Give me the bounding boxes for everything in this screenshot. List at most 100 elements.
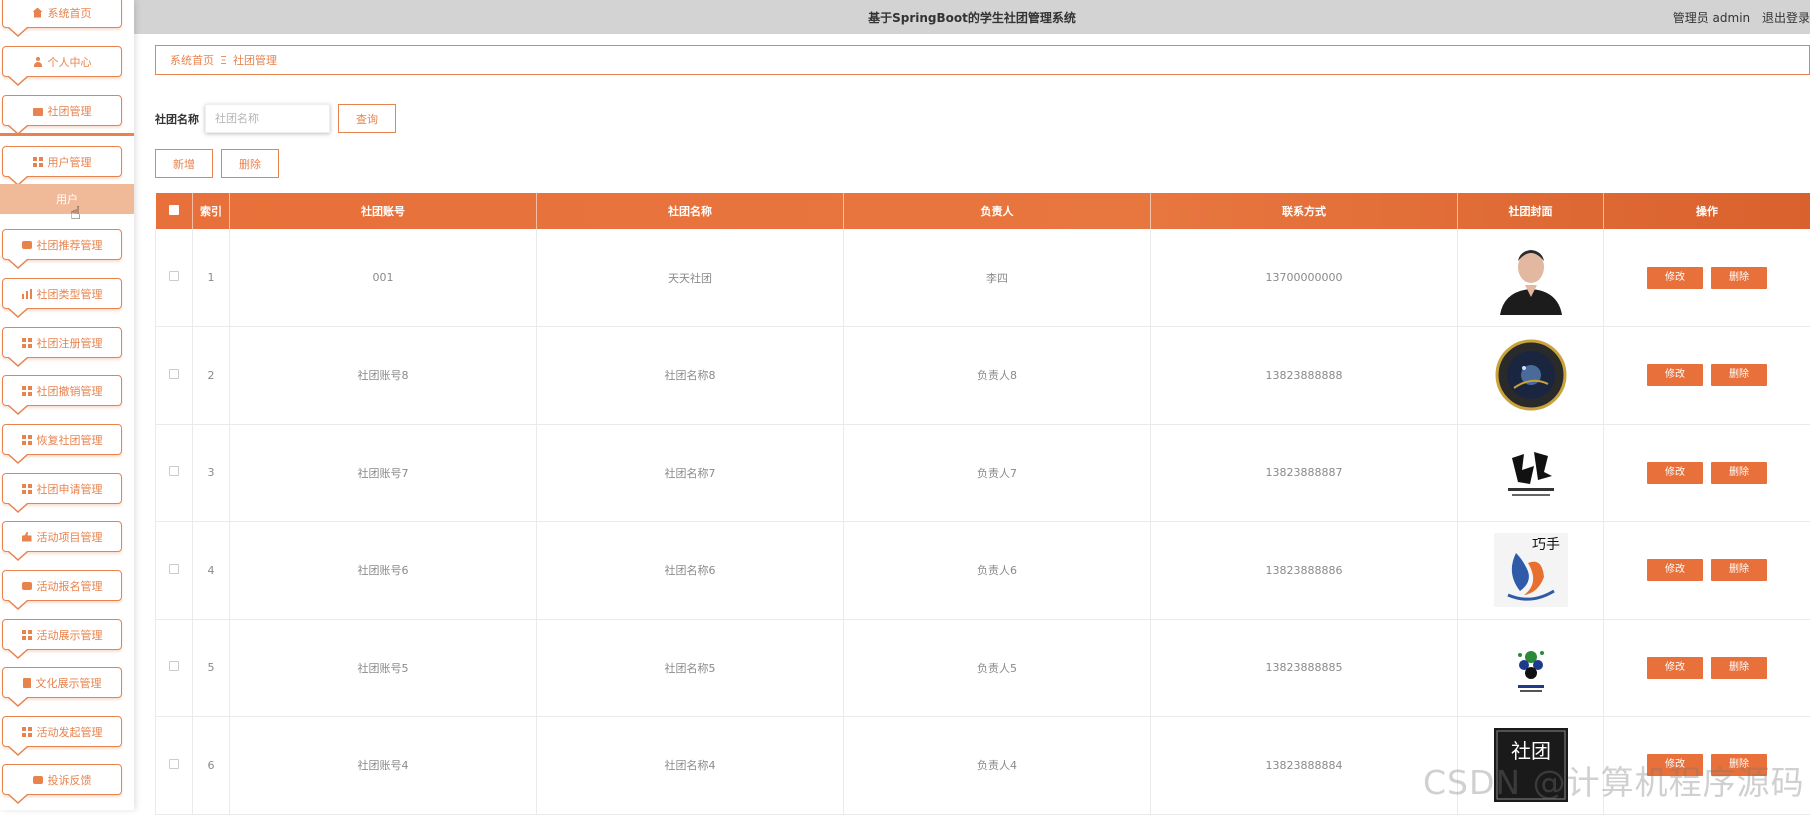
logout-link[interactable]: 退出登录 bbox=[1762, 11, 1810, 25]
name-cell: 社团名称8 bbox=[537, 327, 844, 425]
search-row: 社团名称 查询 bbox=[155, 104, 396, 133]
account-cell: 001 bbox=[230, 229, 537, 327]
edit-button[interactable]: 修改 bbox=[1647, 657, 1703, 679]
club-table: 索引 社团账号 社团名称 负责人 联系方式 社团封面 操作 1 001 天天社团… bbox=[155, 193, 1810, 815]
sidebar-item-restore[interactable]: 恢复社团管理 bbox=[2, 424, 122, 455]
grid-icon bbox=[33, 157, 43, 167]
sidebar-subitem-user[interactable]: 用户 bbox=[0, 184, 134, 214]
index-cell: 6 bbox=[193, 717, 230, 815]
row-checkbox[interactable] bbox=[169, 369, 179, 379]
breadcrumb-separator: Ξ bbox=[220, 54, 227, 67]
breadcrumb: 系统首页 Ξ 社团管理 bbox=[155, 45, 1810, 75]
sidebar-item-culture-showcase[interactable]: 文化展示管理 bbox=[2, 667, 122, 698]
grid-icon bbox=[22, 338, 32, 348]
sidebar-item-label: 活动项目管理 bbox=[37, 529, 103, 545]
edit-button[interactable]: 修改 bbox=[1647, 364, 1703, 386]
delete-button[interactable]: 删除 bbox=[1711, 462, 1767, 484]
sidebar-item-activity-showcase[interactable]: 活动展示管理 bbox=[2, 619, 122, 650]
sidebar-item-label: 活动展示管理 bbox=[37, 627, 103, 643]
select-all-checkbox[interactable] bbox=[169, 205, 179, 215]
select-all-header bbox=[156, 193, 193, 229]
delete-button[interactable]: 删除 bbox=[1711, 267, 1767, 289]
column-header: 联系方式 bbox=[1151, 193, 1458, 229]
phone-cell: 13823888887 bbox=[1151, 424, 1458, 522]
admin-label: 管理员 admin bbox=[1673, 11, 1750, 25]
sidebar-item-label: 社团推荐管理 bbox=[37, 237, 103, 253]
sidebar-item-revocation[interactable]: 社团撤销管理 bbox=[2, 375, 122, 406]
sidebar-item-label: 文化展示管理 bbox=[36, 675, 102, 691]
account-cell: 社团账号5 bbox=[230, 619, 537, 717]
name-cell: 社团名称4 bbox=[537, 717, 844, 815]
name-cell: 社团名称6 bbox=[537, 522, 844, 620]
leader-cell: 负责人8 bbox=[844, 327, 1151, 425]
sidebar-item-registration[interactable]: 社团注册管理 bbox=[2, 327, 122, 358]
sidebar-item-recommend[interactable]: 社团推荐管理 bbox=[2, 229, 122, 260]
row-checkbox[interactable] bbox=[169, 661, 179, 671]
leader-cell: 负责人6 bbox=[844, 522, 1151, 620]
edit-button[interactable]: 修改 bbox=[1647, 559, 1703, 581]
edit-button[interactable]: 修改 bbox=[1647, 267, 1703, 289]
sidebar: 系统首页 个人中心 社团管理 用户管理 用户 ☝ 社团推荐管理 社团类型管理 社… bbox=[0, 0, 134, 810]
edit-button[interactable]: 修改 bbox=[1647, 462, 1703, 484]
chat-icon bbox=[22, 241, 32, 249]
sidebar-item-label: 社团类型管理 bbox=[37, 286, 103, 302]
column-header: 社团账号 bbox=[230, 193, 537, 229]
row-select-cell bbox=[156, 717, 193, 815]
sidebar-item-clubs[interactable]: 社团管理 bbox=[2, 95, 122, 126]
search-label: 社团名称 bbox=[155, 111, 199, 127]
row-checkbox[interactable] bbox=[169, 466, 179, 476]
cover-image-sports-logo bbox=[1494, 631, 1568, 705]
sidebar-item-activity-signup[interactable]: 活动报名管理 bbox=[2, 570, 122, 601]
cover-text: 巧手 bbox=[1532, 537, 1560, 553]
row-checkbox[interactable] bbox=[169, 564, 179, 574]
sidebar-item-club-types[interactable]: 社团类型管理 bbox=[2, 278, 122, 309]
row-checkbox[interactable] bbox=[169, 759, 179, 769]
delete-button[interactable]: 删除 bbox=[1711, 364, 1767, 386]
grid-icon bbox=[22, 484, 32, 494]
row-checkbox[interactable] bbox=[169, 271, 179, 281]
search-input[interactable] bbox=[205, 104, 330, 133]
row-select-cell bbox=[156, 619, 193, 717]
phone-cell: 13823888888 bbox=[1151, 327, 1458, 425]
bowtie-icon bbox=[22, 630, 32, 640]
sidebar-item-activity-projects[interactable]: 活动项目管理 bbox=[2, 521, 122, 552]
table-row: 4 社团账号6 社团名称6 负责人6 13823888886 巧手 修改删除 bbox=[156, 522, 1810, 620]
sidebar-item-users[interactable]: 用户管理 bbox=[2, 146, 122, 177]
breadcrumb-home[interactable]: 系统首页 bbox=[170, 52, 214, 68]
index-cell: 5 bbox=[193, 619, 230, 717]
cover-image-calligraphy-logo bbox=[1494, 436, 1568, 510]
search-button[interactable]: 查询 bbox=[338, 104, 396, 133]
leader-cell: 负责人7 bbox=[844, 424, 1151, 522]
phone-cell: 13823888885 bbox=[1151, 619, 1458, 717]
cover-cell bbox=[1458, 327, 1604, 425]
column-header: 负责人 bbox=[844, 193, 1151, 229]
table-row: 1 001 天天社团 李四 13700000000 修改删除 bbox=[156, 229, 1810, 327]
delete-button[interactable]: 删除 bbox=[1711, 657, 1767, 679]
row-select-cell bbox=[156, 229, 193, 327]
add-button[interactable]: 新增 bbox=[155, 149, 213, 178]
leader-cell: 李四 bbox=[844, 229, 1151, 327]
row-select-cell bbox=[156, 522, 193, 620]
sidebar-item-label: 社团管理 bbox=[48, 103, 92, 119]
sidebar-item-home[interactable]: 系统首页 bbox=[2, 0, 122, 28]
sidebar-item-activity-launch[interactable]: 活动发起管理 bbox=[2, 716, 122, 747]
actions-cell: 修改删除 bbox=[1604, 229, 1810, 327]
user-icon bbox=[33, 57, 43, 67]
column-header: 操作 bbox=[1604, 193, 1810, 229]
sidebar-item-label: 活动发起管理 bbox=[37, 724, 103, 740]
bar-chart-icon bbox=[22, 289, 32, 299]
delete-button[interactable]: 删除 bbox=[1711, 559, 1767, 581]
account-cell: 社团账号7 bbox=[230, 424, 537, 522]
chat-icon bbox=[22, 582, 32, 590]
sidebar-item-profile[interactable]: 个人中心 bbox=[2, 46, 122, 77]
account-cell: 社团账号8 bbox=[230, 327, 537, 425]
column-header: 社团名称 bbox=[537, 193, 844, 229]
sidebar-item-label: 系统首页 bbox=[48, 5, 92, 21]
sidebar-item-feedback[interactable]: 投诉反馈 bbox=[2, 764, 122, 795]
batch-delete-button[interactable]: 删除 bbox=[221, 149, 279, 178]
top-bar: 基于SpringBoot的学生社团管理系统 管理员 admin 退出登录 bbox=[134, 0, 1810, 34]
phone-cell: 13700000000 bbox=[1151, 229, 1458, 327]
sidebar-item-label: 社团注册管理 bbox=[37, 335, 103, 351]
sidebar-item-label: 用户管理 bbox=[48, 154, 92, 170]
sidebar-item-applications[interactable]: 社团申请管理 bbox=[2, 473, 122, 504]
